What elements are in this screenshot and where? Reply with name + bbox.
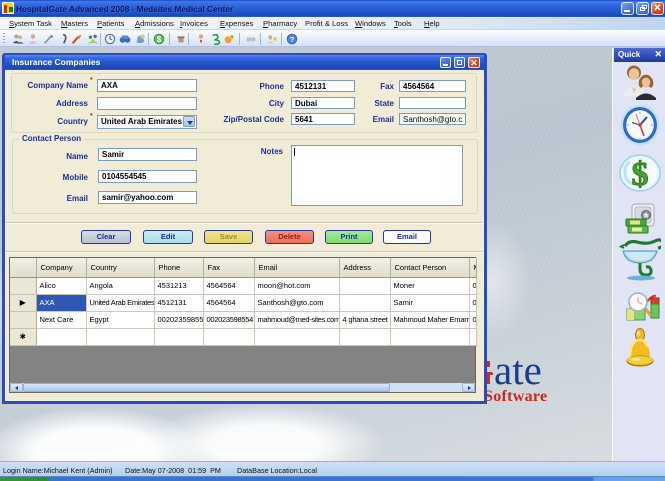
svg-text:$: $ <box>632 156 649 192</box>
svg-text:?: ? <box>290 35 295 44</box>
svg-text:$: $ <box>157 34 162 44</box>
